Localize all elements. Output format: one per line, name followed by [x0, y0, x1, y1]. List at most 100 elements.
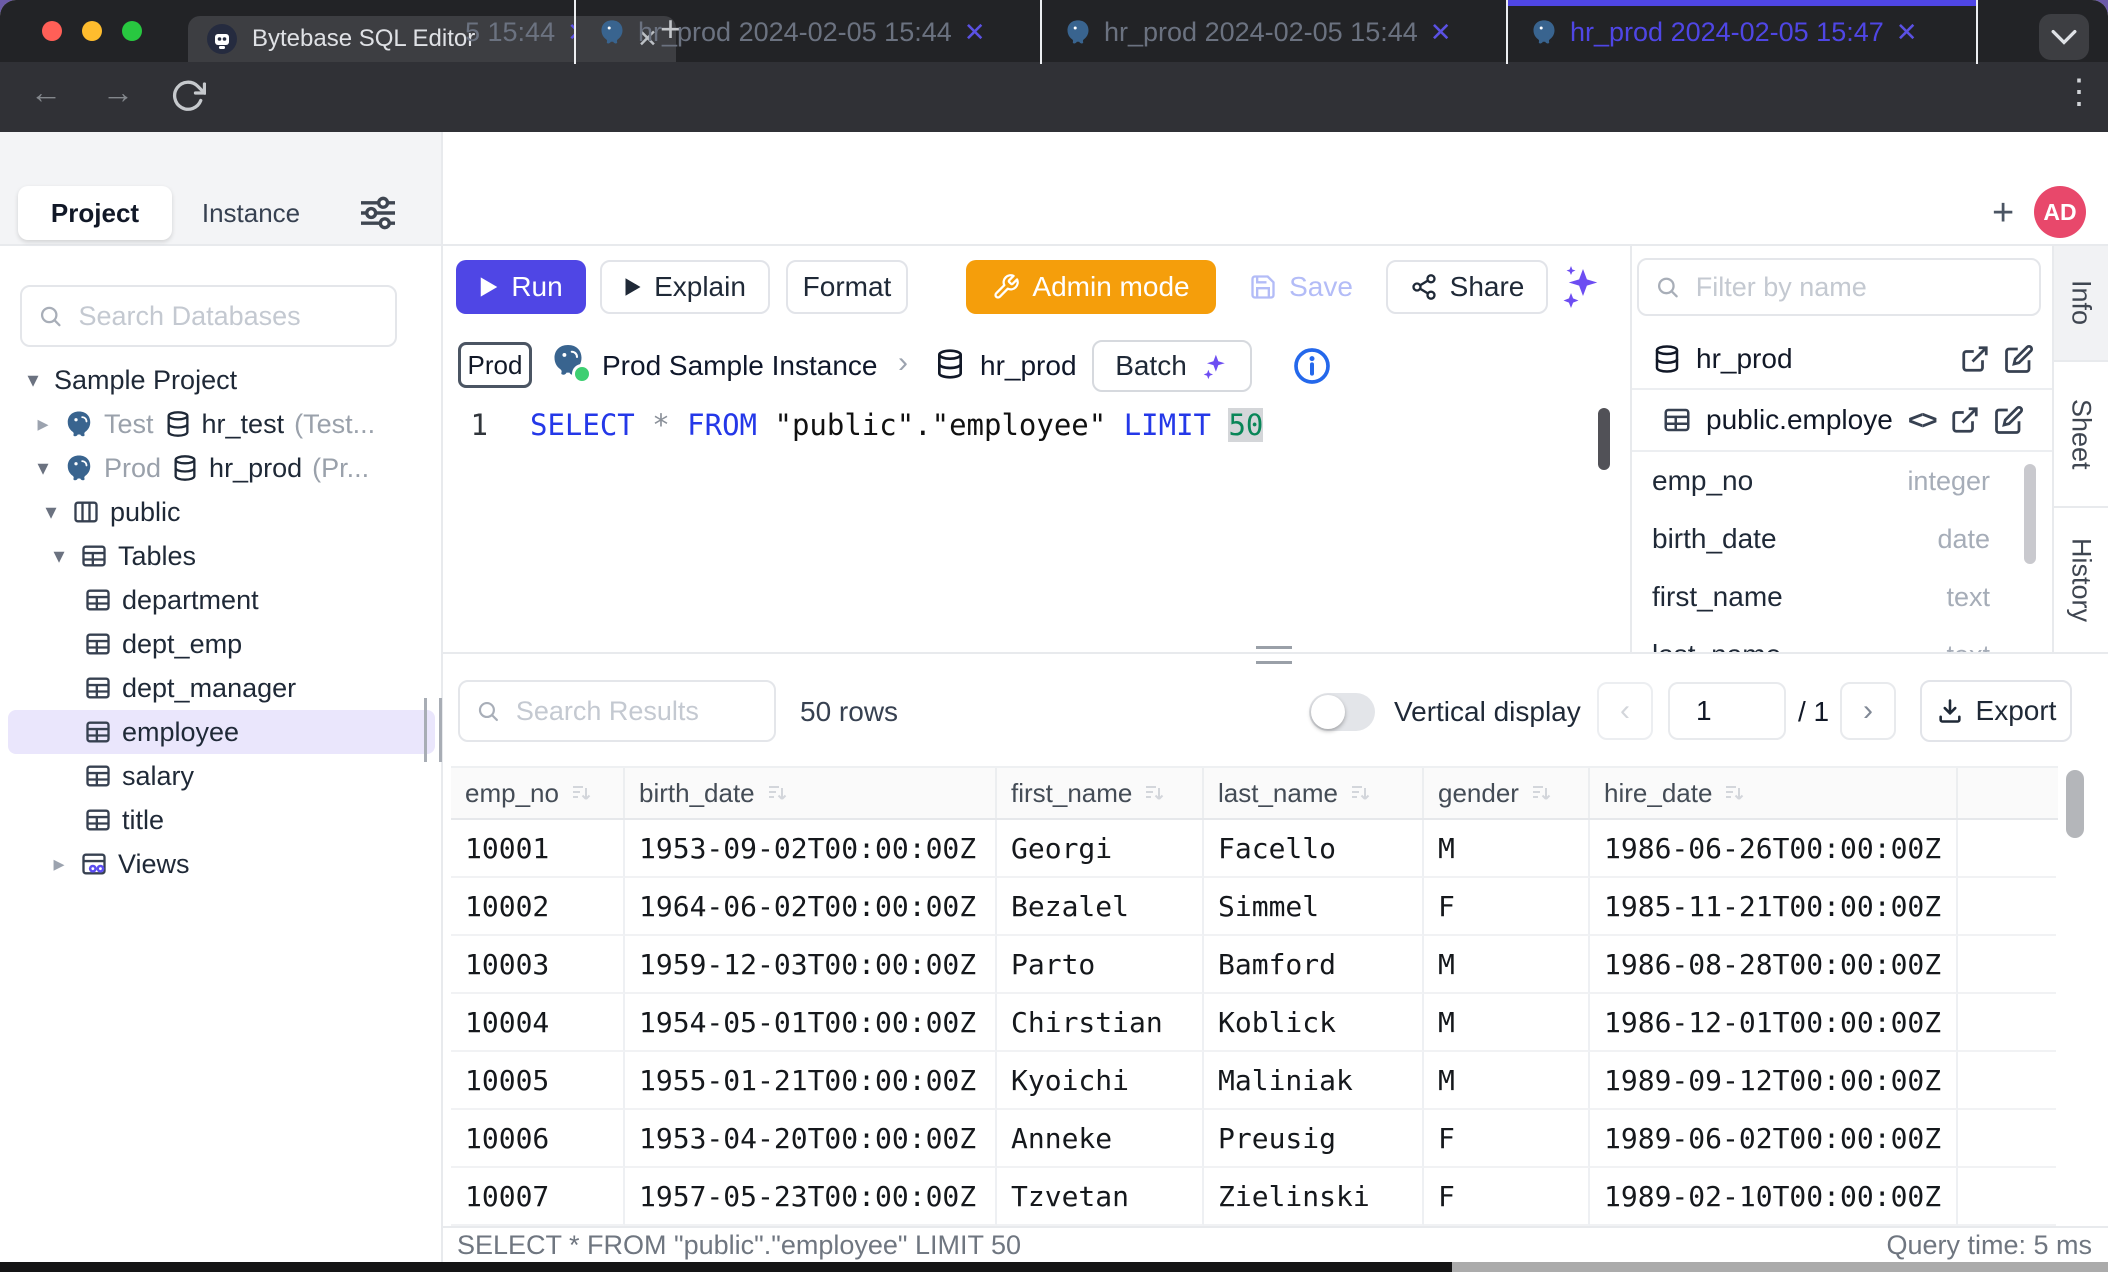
sidebar-resize-handle[interactable] [424, 698, 442, 762]
database-search-input[interactable] [77, 300, 379, 333]
sql-keyword: SELECT [530, 408, 635, 442]
schema-filter[interactable] [1637, 258, 2041, 316]
chevron-down-icon [2051, 28, 2077, 46]
traffic-zoom-button[interactable] [122, 21, 142, 41]
results-table: emp_no birth_date first_name last_name g… [451, 766, 2058, 1226]
export-button[interactable]: Export [1920, 680, 2072, 742]
views-icon [80, 850, 108, 878]
tree-item-tables-group[interactable]: ▾ Tables [0, 534, 443, 578]
side-tab-history[interactable]: History [2052, 508, 2108, 654]
database-tree: ▾ Sample Project ▸ Test hr_test (Test...… [0, 358, 443, 886]
database-label: hr_prod [209, 453, 302, 484]
traffic-close-button[interactable] [42, 21, 62, 41]
batch-label: Batch [1115, 350, 1187, 382]
filter-sliders-icon[interactable] [356, 196, 400, 230]
close-icon[interactable]: ✕ [1896, 17, 1918, 48]
sql-code-line: SELECT * FROM "public"."employee" LIMIT … [530, 408, 1263, 442]
column-header-birth-date[interactable]: birth_date [625, 768, 997, 818]
table-cell [1958, 820, 2056, 878]
column-list-scrollbar[interactable] [2024, 464, 2036, 564]
close-icon[interactable]: ✕ [1430, 17, 1452, 48]
tree-item-table-salary[interactable]: salary [0, 754, 443, 798]
prev-page-button[interactable]: ‹ [1597, 682, 1653, 740]
editor-scrollbar[interactable] [1598, 408, 1610, 470]
page-number-input[interactable]: 1 [1668, 682, 1786, 740]
panel-resize-handle[interactable] [1256, 646, 1292, 664]
environment-badge: Prod [458, 342, 532, 388]
tab-instance[interactable]: Instance [172, 186, 330, 240]
query-tab-3[interactable]: hr_prod 2024-02-05 15:44 ✕ [1042, 0, 1508, 64]
new-query-tab-button[interactable]: + [1992, 192, 2014, 235]
tree-item-table-title[interactable]: title [0, 798, 443, 842]
external-link-icon[interactable] [1960, 344, 1990, 374]
save-button[interactable]: Save [1238, 260, 1364, 314]
tree-item-schema-public[interactable]: ▾ public [0, 490, 443, 534]
browser-menu-icon[interactable]: ⋮ [2062, 72, 2096, 112]
column-header-emp-no[interactable]: emp_no [451, 768, 625, 818]
back-button[interactable]: ← [30, 74, 62, 111]
result-search[interactable] [458, 680, 776, 742]
table-cell: 1954-05-01T00:00:00Z [625, 994, 997, 1052]
caret-down-icon: ▾ [40, 499, 62, 525]
column-row: birth_date date [1632, 510, 2052, 568]
query-tab-2[interactable]: hr_prod 2024-02-05 15:44 ✕ [576, 0, 1042, 64]
tree-item-project[interactable]: ▾ Sample Project [0, 358, 443, 402]
tree-item-table-dept-emp[interactable]: dept_emp [0, 622, 443, 666]
batch-button[interactable]: Batch [1092, 340, 1252, 392]
column-type: date [1937, 524, 1990, 555]
column-header-hire-date[interactable]: hire_date [1590, 768, 1958, 818]
play-icon [624, 277, 642, 297]
ai-sparkle-icon[interactable] [1556, 262, 1604, 312]
close-icon[interactable]: ✕ [567, 17, 576, 48]
explain-button[interactable]: Explain [600, 260, 770, 314]
tab-project[interactable]: Project [18, 186, 172, 240]
admin-mode-button[interactable]: Admin mode [966, 260, 1216, 314]
table-cell: Georgi [997, 820, 1204, 878]
side-tab-info[interactable]: Info [2052, 246, 2108, 362]
query-tab-4-active[interactable]: hr_prod 2024-02-05 15:47 ✕ [1508, 0, 1978, 64]
results-header-row: emp_no birth_date first_name last_name g… [451, 766, 2058, 820]
next-page-button[interactable]: › [1840, 682, 1896, 740]
search-icon [1655, 273, 1680, 301]
tree-item-table-dept-manager[interactable]: dept_manager [0, 666, 443, 710]
query-tab-1[interactable]: 5 15:44 ✕ [443, 0, 576, 64]
format-button[interactable]: Format [786, 260, 908, 314]
run-button[interactable]: Run [456, 260, 586, 314]
info-circle-icon[interactable] [1292, 346, 1332, 386]
schema-filter-input[interactable] [1694, 271, 2023, 304]
tree-item-table-department[interactable]: department [0, 578, 443, 622]
external-link-icon[interactable] [1950, 405, 1980, 435]
share-button[interactable]: Share [1386, 260, 1548, 314]
column-header-gender[interactable]: gender [1424, 768, 1590, 818]
result-search-input[interactable] [514, 695, 758, 728]
tab-search-button[interactable] [2039, 14, 2089, 60]
edit-icon[interactable] [2004, 344, 2034, 374]
header-label: hire_date [1604, 778, 1712, 809]
column-type: integer [1907, 466, 1990, 497]
table-cell: 1985-11-21T00:00:00Z [1590, 878, 1958, 936]
side-tab-sheet[interactable]: Sheet [2052, 362, 2108, 508]
info-panel-database-row: hr_prod [1632, 330, 2052, 390]
table-cell: Kyoichi [997, 1052, 1204, 1110]
avatar[interactable]: AD [2034, 186, 2086, 238]
tree-item-table-employee-selected[interactable]: employee [8, 710, 435, 754]
header-label: emp_no [465, 778, 559, 809]
tree-item-hr-test[interactable]: ▸ Test hr_test (Test... [0, 402, 443, 446]
code-icon[interactable]: <> [1908, 405, 1936, 436]
tree-item-views-group[interactable]: ▸ Views [0, 842, 443, 886]
reload-button[interactable] [170, 78, 206, 114]
table-cell: F [1424, 1168, 1590, 1226]
tree-item-hr-prod[interactable]: ▾ Prod hr_prod (Pr... [0, 446, 443, 490]
table-cell: M [1424, 994, 1590, 1052]
forward-button[interactable]: → [102, 74, 134, 111]
close-icon[interactable]: ✕ [964, 17, 986, 48]
column-header-first-name[interactable]: first_name [997, 768, 1204, 818]
table-cell: 1986-12-01T00:00:00Z [1590, 994, 1958, 1052]
results-scrollbar[interactable] [2066, 770, 2084, 838]
edit-icon[interactable] [1994, 405, 2024, 435]
column-header-last-name[interactable]: last_name [1204, 768, 1424, 818]
database-search[interactable] [20, 285, 397, 347]
vertical-display-toggle[interactable] [1309, 693, 1375, 731]
page-total: / 1 [1798, 696, 1829, 728]
traffic-minimize-button[interactable] [82, 21, 102, 41]
